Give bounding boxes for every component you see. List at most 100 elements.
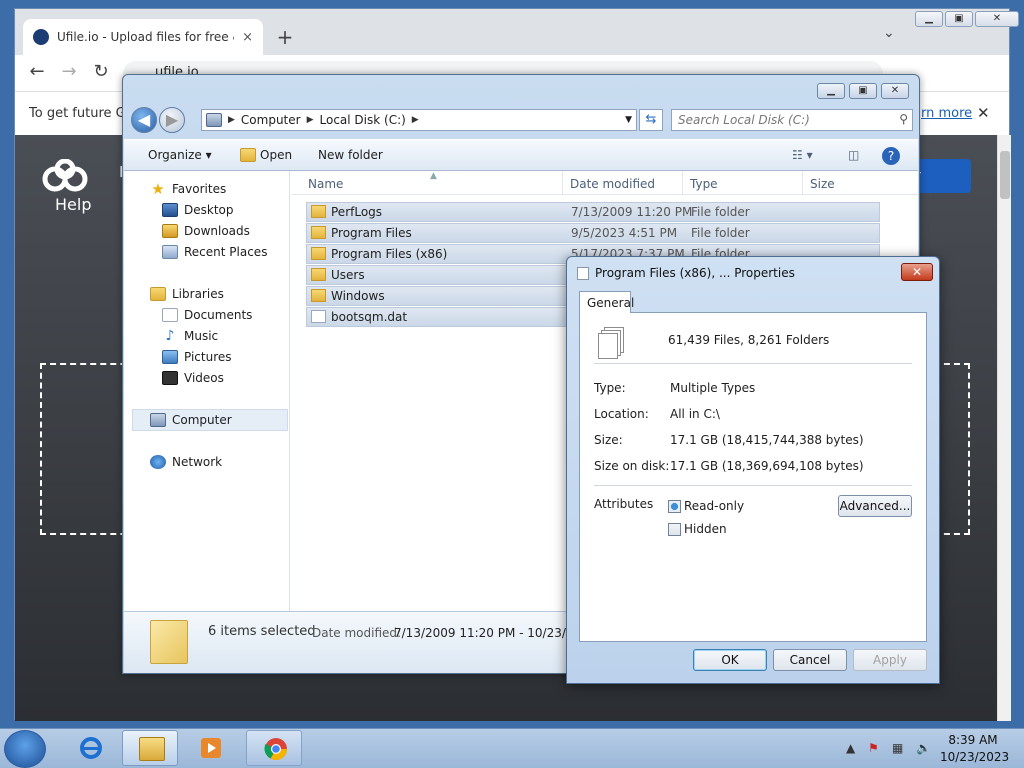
infobar-close-icon[interactable]: ✕ (977, 104, 990, 122)
browser-minimize-button[interactable]: ▁ (915, 11, 943, 27)
browser-close-button[interactable]: ✕ (975, 11, 1019, 27)
tab-close-icon[interactable]: × (242, 30, 253, 45)
column-name[interactable]: Name (308, 177, 343, 191)
preview-pane-icon[interactable]: ◫ (848, 148, 859, 162)
tray-show-hidden-icon[interactable]: ▲ (846, 741, 855, 755)
action-center-icon[interactable]: ⚑ (868, 741, 879, 755)
breadcrumb-arrow-icon[interactable]: ▶ (228, 115, 235, 125)
infobar-learn-more-link[interactable]: rn more (921, 106, 972, 121)
new-folder-button[interactable]: New folder (318, 148, 383, 162)
ufile-logo-icon[interactable] (41, 159, 89, 195)
open-button[interactable]: Open (240, 148, 292, 162)
documents-icon (162, 308, 178, 322)
volume-muted-icon[interactable]: 🔈 (916, 741, 931, 755)
column-divider[interactable] (562, 171, 563, 195)
nav-downloads[interactable]: Downloads (162, 221, 250, 241)
multiple-files-icon (598, 327, 624, 359)
nav-computer[interactable]: Computer (150, 410, 232, 430)
explorer-refresh-button[interactable]: ⇆ (639, 109, 663, 131)
breadcrumb-local-disk[interactable]: Local Disk (C:) (320, 113, 406, 127)
taskbar-media-player[interactable] (182, 730, 238, 766)
explorer-address-bar[interactable]: ▶ Computer ▶ Local Disk (C:) ▶ ▼ (201, 109, 637, 131)
explorer-forward-button[interactable]: ▶ (159, 107, 185, 133)
divider (594, 485, 912, 486)
nav-label: Desktop (184, 203, 234, 217)
cancel-button[interactable]: Cancel (773, 649, 847, 671)
breadcrumb-arrow-icon[interactable]: ▶ (307, 115, 314, 125)
nav-label: Network (172, 455, 223, 469)
nav-videos[interactable]: Videos (162, 368, 224, 388)
nav-network[interactable]: Network (150, 452, 222, 472)
forward-arrow-icon[interactable]: → (57, 61, 81, 82)
nav-desktop[interactable]: Desktop (162, 200, 234, 220)
file-row[interactable]: Program Files 9/5/2023 4:51 PM File fold… (306, 223, 880, 243)
folder-icon (311, 247, 326, 260)
nav-label: Documents (184, 308, 253, 322)
breadcrumb-computer[interactable]: Computer (241, 113, 301, 127)
explorer-search-input[interactable]: Search Local Disk (C:) ⚲ (671, 109, 913, 131)
breadcrumb-arrow-icon[interactable]: ▶ (412, 115, 419, 125)
nav-label: Computer (172, 413, 232, 427)
file-name: Program Files (x86) (331, 247, 448, 261)
nav-recent-places[interactable]: Recent Places (162, 242, 267, 262)
explorer-maximize-button[interactable]: ▣ (849, 83, 877, 99)
column-divider[interactable] (682, 171, 683, 195)
ok-button[interactable]: OK (693, 649, 767, 671)
column-date-modified[interactable]: Date modified (570, 177, 655, 191)
open-label: Open (260, 148, 293, 162)
internet-explorer-icon (80, 737, 102, 759)
nav-libraries[interactable]: Libraries (150, 284, 224, 304)
explorer-minimize-button[interactable]: ▁ (817, 83, 845, 99)
explorer-back-button[interactable]: ◀ (131, 107, 157, 133)
scrollbar-thumb[interactable] (1000, 151, 1010, 199)
clock-date[interactable]: 10/23/2023 (940, 750, 1009, 764)
advanced-button[interactable]: Advanced... (838, 495, 912, 517)
taskbar-chrome[interactable] (246, 730, 302, 766)
tab-strip: Ufile.io - Upload files for free & s × +… (15, 9, 1019, 55)
size-on-disk-label: Size on disk: (594, 459, 670, 473)
file-date: 7/13/2009 11:20 PM (571, 205, 693, 219)
taskbar-internet-explorer[interactable] (62, 730, 118, 766)
nav-favorites[interactable]: ★ Favorites (150, 179, 226, 199)
page-scrollbar[interactable] (997, 135, 1011, 721)
organize-button[interactable]: Organize ▾ (148, 148, 212, 162)
column-type[interactable]: Type (690, 177, 718, 191)
clock-time[interactable]: 8:39 AM (940, 733, 1006, 747)
address-dropdown-icon[interactable]: ▼ (625, 115, 632, 125)
properties-close-button[interactable]: ✕ (901, 263, 933, 281)
browser-restore-button[interactable]: ▣ (945, 11, 973, 27)
tab-title: Ufile.io - Upload files for free & s (57, 30, 235, 44)
new-tab-button[interactable]: + (271, 23, 299, 51)
help-link[interactable]: Help (55, 195, 91, 214)
browser-tab[interactable]: Ufile.io - Upload files for free & s × (23, 19, 263, 55)
file-row[interactable]: PerfLogs 7/13/2009 11:20 PM File folder (306, 202, 880, 222)
tab-list-icon[interactable]: ⌄ (883, 25, 895, 41)
file-date: 9/5/2023 4:51 PM (571, 226, 678, 240)
nav-label: Videos (184, 371, 224, 385)
column-size[interactable]: Size (810, 177, 835, 191)
network-icon (150, 455, 166, 469)
back-arrow-icon[interactable]: ← (25, 61, 49, 82)
column-divider[interactable] (802, 171, 803, 195)
reload-icon[interactable]: ↻ (89, 61, 113, 82)
apply-button[interactable]: Apply (853, 649, 927, 671)
readonly-checkbox[interactable]: Read-only (668, 499, 744, 513)
nav-music[interactable]: ♪ Music (162, 326, 219, 346)
properties-title-icon (577, 267, 589, 280)
general-tab-panel: 61,439 Files, 8,261 Folders Type: Multip… (579, 312, 927, 642)
network-tray-icon[interactable]: ▦ (892, 741, 903, 755)
taskbar-windows-explorer[interactable] (122, 730, 178, 766)
size-on-disk-value: 17.1 GB (18,369,694,108 bytes) (670, 459, 864, 473)
hidden-checkbox[interactable]: Hidden (668, 522, 727, 536)
nav-documents[interactable]: Documents (162, 305, 252, 325)
search-icon[interactable]: ⚲ (899, 112, 908, 126)
tab-general[interactable]: General (579, 291, 634, 313)
help-icon[interactable]: ? (882, 147, 900, 165)
explorer-close-button[interactable]: ✕ (881, 83, 909, 99)
folder-icon (311, 226, 326, 239)
nav-pictures[interactable]: Pictures (162, 347, 232, 367)
folder-icon (311, 268, 326, 281)
folder-icon (311, 289, 326, 302)
start-button[interactable] (4, 730, 46, 768)
view-options-icon[interactable]: ☷ ▾ (792, 148, 813, 162)
